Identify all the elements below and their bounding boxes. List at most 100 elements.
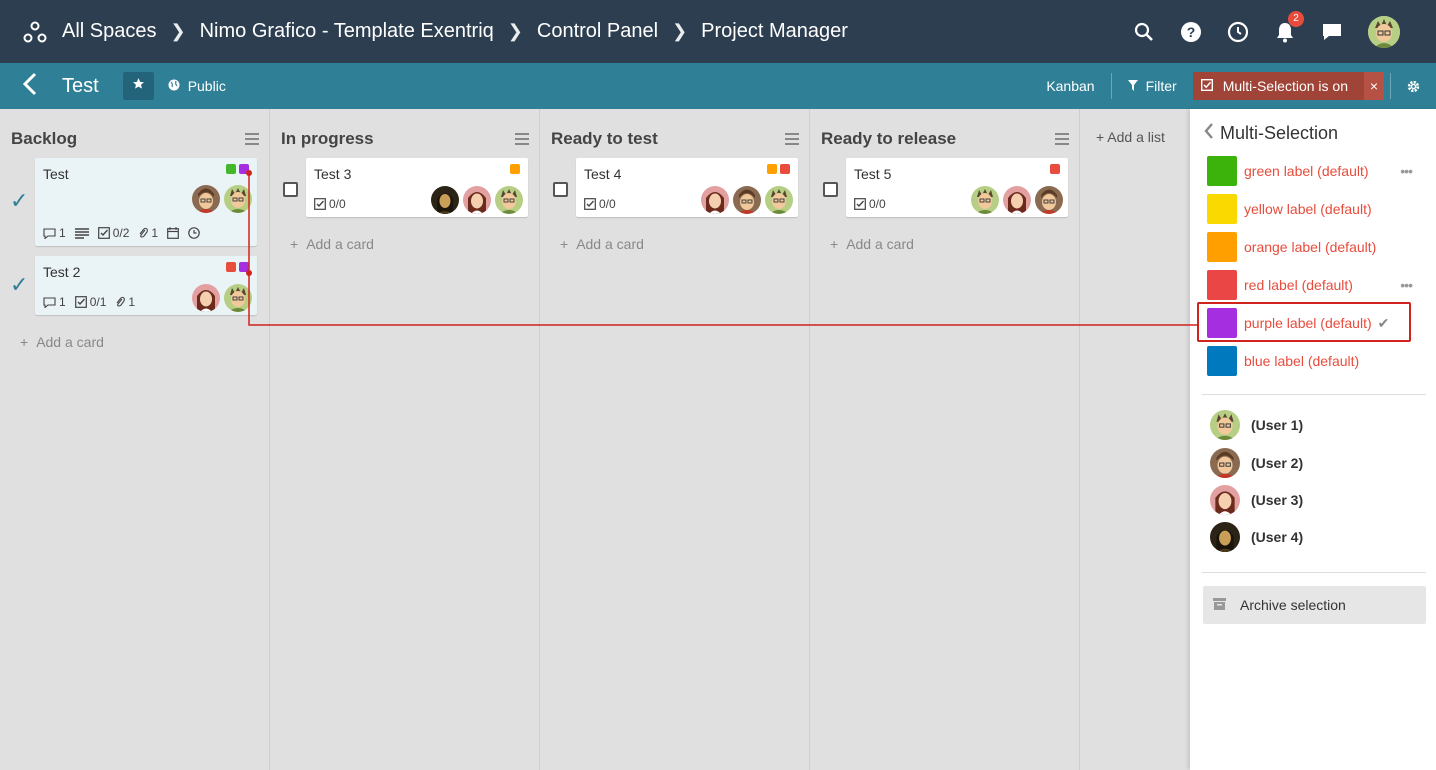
panel-header[interactable]: Multi-Selection	[1204, 123, 1338, 144]
user-avatar[interactable]	[1368, 15, 1400, 48]
view-switcher-kanban[interactable]: Kanban	[1030, 73, 1112, 99]
notifications-bell-icon[interactable]: 2	[1274, 10, 1304, 43]
label-row-blue[interactable]: blue label (default)	[1207, 345, 1422, 377]
highlight-box	[1197, 302, 1411, 342]
avatar-user-2[interactable]	[733, 186, 761, 214]
more-dots-icon[interactable]: •••	[1400, 277, 1413, 293]
checklist-badge: 0/0	[854, 197, 886, 211]
add-card-button[interactable]: + Add a card	[560, 236, 644, 252]
checklist-count: 0/1	[89, 295, 107, 309]
list-menu-icon[interactable]	[1055, 133, 1069, 145]
label-row-green[interactable]: green label (default) •••	[1207, 155, 1422, 187]
spaces-logo-icon[interactable]	[23, 20, 47, 44]
avatar-user-4[interactable]	[431, 186, 459, 214]
avatar-user-2[interactable]	[1035, 186, 1063, 214]
clock-icon	[188, 227, 200, 239]
label-row-orange[interactable]: orange label (default)	[1207, 231, 1422, 263]
chat-icon[interactable]	[1321, 21, 1343, 43]
checklist-icon	[854, 198, 866, 210]
filter-label: Filter	[1145, 78, 1177, 94]
checklist-count: 0/0	[329, 197, 346, 211]
card-selected-check-icon[interactable]: ✓	[10, 272, 28, 298]
label-name: green label (default)	[1244, 163, 1369, 179]
avatar-user-3[interactable]	[192, 284, 220, 312]
archive-selection-button[interactable]: Archive selection	[1203, 586, 1426, 624]
user-row-1[interactable]: (User 1)	[1210, 410, 1303, 440]
avatar-user-1[interactable]	[495, 186, 523, 214]
card-test[interactable]: Test 1 0/2 1	[35, 158, 257, 246]
avatar-user-3[interactable]	[463, 186, 491, 214]
avatar-user-3[interactable]	[701, 186, 729, 214]
avatar-user-1[interactable]	[224, 185, 252, 213]
avatar-user-1[interactable]	[971, 186, 999, 214]
close-multi-selection-button[interactable]: ×	[1364, 72, 1384, 100]
card-members	[971, 186, 1063, 214]
add-card-button[interactable]: + Add a card	[830, 236, 914, 252]
attachments-badge: 1	[138, 226, 158, 240]
help-icon[interactable]: ?	[1180, 21, 1202, 43]
clock-icon[interactable]	[1227, 21, 1249, 43]
comments-badge: 1	[43, 295, 66, 309]
avatar-user-1[interactable]	[765, 186, 793, 214]
add-card-label: Add a card	[306, 236, 374, 252]
board-settings-gear-icon[interactable]	[1390, 73, 1436, 99]
visibility-toggle[interactable]: Public	[168, 78, 226, 94]
avatar-user-2[interactable]	[192, 185, 220, 213]
list-title[interactable]: In progress	[281, 129, 374, 149]
card-select-checkbox[interactable]	[283, 182, 298, 197]
back-chevron-icon[interactable]	[22, 72, 42, 101]
visibility-label: Public	[187, 78, 226, 94]
card-members	[701, 186, 793, 214]
add-list-button[interactable]: + Add a list	[1096, 129, 1165, 145]
chevron-right-icon: ❯	[170, 21, 186, 41]
card-selected-check-icon[interactable]: ✓	[10, 188, 28, 214]
list-title[interactable]: Ready to test	[551, 129, 658, 149]
star-button[interactable]	[122, 72, 154, 100]
avatar-user-1[interactable]	[224, 284, 252, 312]
comment-icon	[43, 296, 56, 308]
list-title[interactable]: Backlog	[11, 129, 77, 149]
list-menu-icon[interactable]	[245, 133, 259, 145]
filter-button[interactable]: Filter	[1112, 78, 1193, 94]
checklist-icon	[314, 198, 326, 210]
card-badges: 1 0/1 1	[43, 295, 135, 309]
user-row-4[interactable]: (User 4)	[1210, 522, 1303, 552]
star-icon	[132, 77, 145, 95]
label-red	[780, 164, 790, 174]
card-test-4[interactable]: Test 4 0/0	[576, 158, 798, 217]
list-menu-icon[interactable]	[785, 133, 799, 145]
add-card-button[interactable]: + Add a card	[20, 334, 104, 350]
multi-selection-status[interactable]: Multi-Selection is on ×	[1192, 72, 1384, 100]
breadcrumb-space[interactable]: Nimo Grafico - Template Exentriq	[200, 20, 494, 43]
avatar-user-4	[1210, 522, 1240, 552]
breadcrumb-project-manager[interactable]: Project Manager	[701, 20, 848, 43]
label-swatch	[1207, 232, 1237, 262]
card-select-checkbox[interactable]	[823, 182, 838, 197]
card-test-3[interactable]: Test 3 0/0	[306, 158, 528, 217]
top-header: All Spaces ❯ Nimo Grafico - Template Exe…	[0, 0, 1436, 63]
attachments-badge: 1	[115, 295, 135, 309]
search-icon[interactable]	[1133, 21, 1155, 43]
breadcrumb-control-panel[interactable]: Control Panel	[537, 20, 658, 43]
user-row-3[interactable]: (User 3)	[1210, 485, 1303, 515]
checklist-icon	[74, 296, 87, 308]
user-row-2[interactable]: (User 2)	[1210, 448, 1303, 478]
label-row-red[interactable]: red label (default) •••	[1207, 269, 1422, 301]
more-dots-icon[interactable]: •••	[1400, 163, 1413, 179]
card-select-checkbox[interactable]	[553, 182, 568, 197]
card-title: Test 2	[43, 264, 81, 280]
card-members	[192, 284, 252, 312]
card-test-5[interactable]: Test 5 0/0	[846, 158, 1068, 217]
add-card-button[interactable]: + Add a card	[290, 236, 374, 252]
checkbox-checked-icon	[1200, 78, 1213, 94]
list-title[interactable]: Ready to release	[821, 129, 956, 149]
checklist-count: 0/0	[869, 197, 886, 211]
list-menu-icon[interactable]	[515, 133, 529, 145]
panel-title: Multi-Selection	[1220, 123, 1339, 143]
avatar-user-3[interactable]	[1003, 186, 1031, 214]
breadcrumb-all-spaces[interactable]: All Spaces	[62, 20, 157, 43]
list-ready-to-release: Ready to release Test 5 0/0 + Add a card	[810, 109, 1080, 770]
card-labels	[226, 262, 249, 272]
card-test-2[interactable]: Test 2 1 0/1 1	[35, 256, 257, 315]
label-row-yellow[interactable]: yellow label (default)	[1207, 193, 1422, 225]
